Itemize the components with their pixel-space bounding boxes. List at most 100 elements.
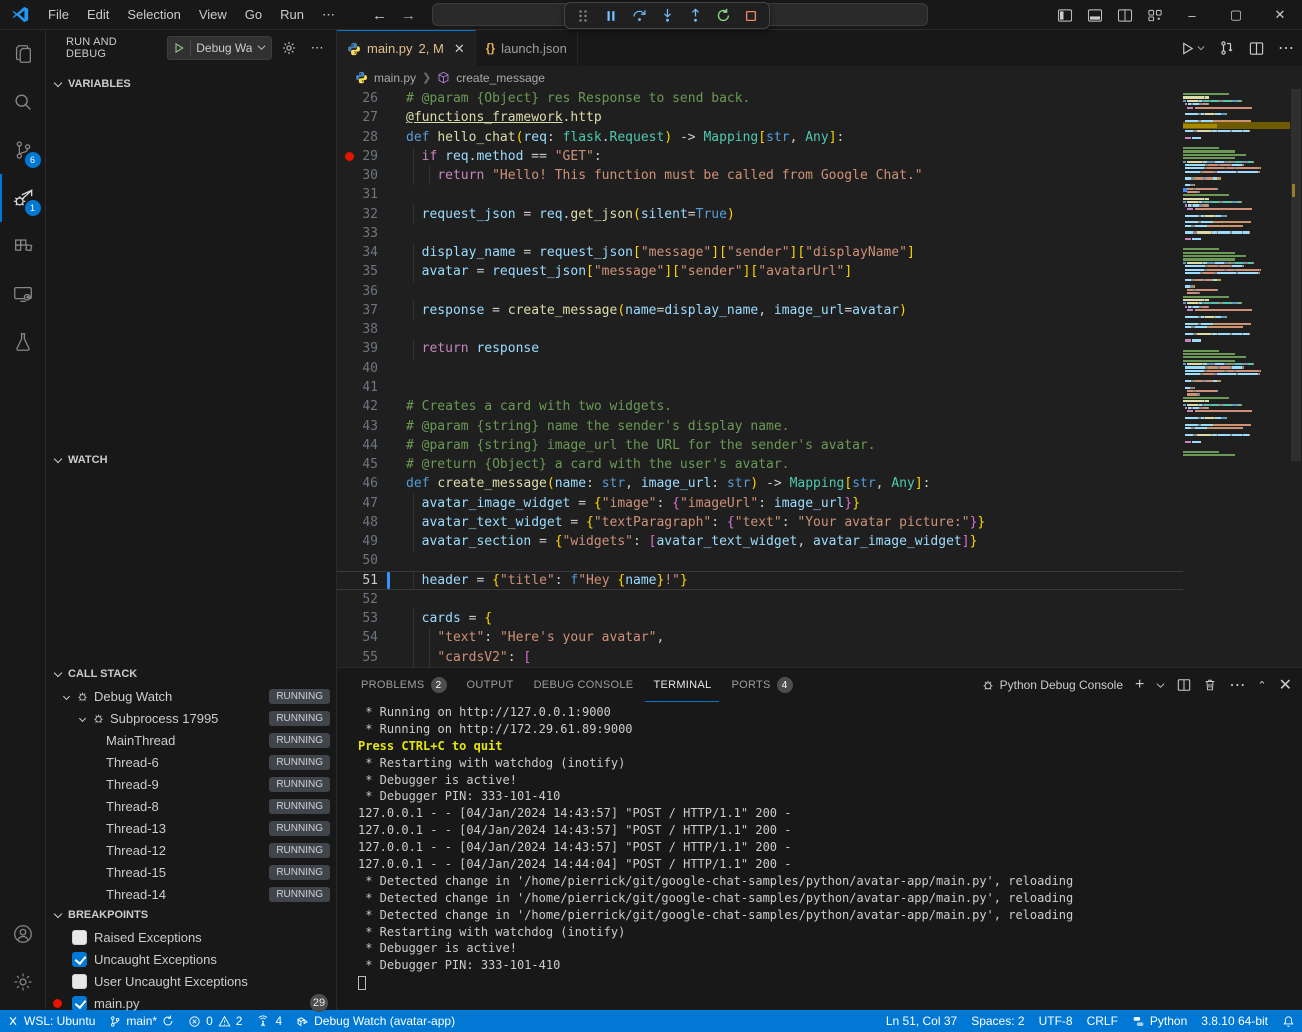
code-line[interactable]: 33 <box>337 224 1183 243</box>
settings-gear-icon[interactable] <box>0 958 46 1006</box>
terminal-dropdown-icon[interactable] <box>1156 681 1165 690</box>
nav-back-icon[interactable]: ← <box>372 7 387 24</box>
sidebar-item-testing[interactable] <box>0 318 46 366</box>
close-button[interactable]: ✕ <box>1258 0 1302 30</box>
code-line[interactable]: 50 <box>337 551 1183 570</box>
code-line[interactable]: 44# @param {string} image_url the URL fo… <box>337 436 1183 455</box>
sidebar-item-explorer[interactable] <box>0 30 46 78</box>
terminal-output[interactable]: * Running on http://127.0.0.1:9000 * Run… <box>337 704 1302 1009</box>
section-watch[interactable]: WATCH <box>46 449 336 471</box>
call-stack-row[interactable]: Subprocess 17995RUNNING <box>46 707 336 729</box>
debug-config-dropdown[interactable]: Debug Wa <box>167 36 272 60</box>
drag-grip-icon[interactable] <box>571 5 595 27</box>
breadcrumb-symbol[interactable]: create_message <box>456 71 545 85</box>
breakpoint-row[interactable]: User Uncaught Exceptions <box>46 970 336 992</box>
maximize-panel-icon[interactable]: ⌃ <box>1257 679 1266 692</box>
code-line[interactable]: 49 avatar_section = {"widgets": [avatar_… <box>337 532 1183 551</box>
python-interpreter[interactable]: 3.8.10 64-bit <box>1194 1010 1275 1032</box>
breadcrumb-file[interactable]: main.py <box>374 71 416 85</box>
toggle-sidebar-icon[interactable] <box>1050 0 1080 30</box>
breakpoint-row[interactable]: Uncaught Exceptions <box>46 948 336 970</box>
sidebar-item-search[interactable] <box>0 78 46 126</box>
maximize-button[interactable]: ▢ <box>1214 0 1258 30</box>
code-line[interactable]: 47 avatar_image_widget = {"image": {"ima… <box>337 494 1183 513</box>
code-line[interactable]: 52 <box>337 590 1183 609</box>
code-line[interactable]: 55 "cardsV2": [ <box>337 648 1183 667</box>
section-breakpoints[interactable]: BREAKPOINTS <box>46 904 336 926</box>
sidebar-item-source-control[interactable]: 6 <box>0 126 46 174</box>
menu-view[interactable]: View <box>190 4 236 26</box>
section-variables[interactable]: VARIABLES <box>46 73 336 95</box>
tab-launch-json[interactable]: {}launch.json <box>476 30 578 66</box>
code-line[interactable]: 43# @param {string} name the sender's di… <box>337 417 1183 436</box>
breakpoint-icon[interactable] <box>345 152 354 161</box>
call-stack-row[interactable]: Thread-6RUNNING <box>46 751 336 773</box>
breakpoint-row[interactable]: Raised Exceptions <box>46 926 336 948</box>
call-stack-row[interactable]: Thread-9RUNNING <box>46 773 336 795</box>
panel-tab-output[interactable]: OUTPUT <box>459 668 522 702</box>
more-actions-icon[interactable]: ⋯ <box>306 37 328 59</box>
notifications-bell[interactable] <box>1275 1010 1302 1032</box>
indentation[interactable]: Spaces: 2 <box>964 1010 1031 1032</box>
toggle-panel-icon[interactable] <box>1080 0 1110 30</box>
new-terminal-icon[interactable]: + <box>1135 676 1144 694</box>
split-terminal-icon[interactable] <box>1177 678 1191 692</box>
code-line[interactable]: 42# Creates a card with two widgets. <box>337 397 1183 416</box>
editor-scrollbar[interactable] <box>1290 89 1302 667</box>
sidebar-item-remote-explorer[interactable] <box>0 270 46 318</box>
code-line[interactable]: 35 avatar = request_json["message"]["sen… <box>337 262 1183 281</box>
eol[interactable]: CRLF <box>1080 1010 1125 1032</box>
panel-tab-debug-console[interactable]: DEBUG CONSOLE <box>526 668 642 702</box>
call-stack-row[interactable]: Thread-12RUNNING <box>46 839 336 861</box>
call-stack-row[interactable]: MainThreadRUNNING <box>46 729 336 751</box>
code-editor[interactable]: 26# @param {Object} res Response to send… <box>337 89 1302 667</box>
nav-forward-icon[interactable]: → <box>401 7 416 24</box>
menu-go[interactable]: Go <box>236 4 271 26</box>
code-line[interactable]: 54 "text": "Here's your avatar", <box>337 628 1183 647</box>
menu-run[interactable]: Run <box>271 4 313 26</box>
breakpoint-checkbox[interactable] <box>72 930 87 945</box>
code-line[interactable]: 53 cards = { <box>337 609 1183 628</box>
debug-settings-gear-icon[interactable] <box>278 37 300 59</box>
step-into-icon[interactable] <box>655 5 679 27</box>
panel-tab-ports[interactable]: PORTS4 <box>723 668 800 702</box>
more-actions-icon[interactable]: ⋯ <box>1278 38 1294 58</box>
code-line[interactable]: 46def create_message(name: str, image_ur… <box>337 474 1183 493</box>
menu-selection[interactable]: Selection <box>118 4 189 26</box>
close-panel-icon[interactable]: ✕ <box>1279 675 1292 695</box>
run-python-file-icon[interactable] <box>1180 41 1205 56</box>
breakpoint-checkbox[interactable] <box>72 974 87 989</box>
code-line[interactable]: 51 header = {"title": f"Hey {name}!"} <box>337 571 1183 590</box>
more-actions-icon[interactable]: ⋯ <box>1229 675 1245 695</box>
code-line[interactable]: 45# @return {Object} a card with the use… <box>337 455 1183 474</box>
code-line[interactable]: 38 <box>337 320 1183 339</box>
call-stack-row[interactable]: Thread-8RUNNING <box>46 795 336 817</box>
code-line[interactable]: 48 avatar_text_widget = {"textParagraph"… <box>337 513 1183 532</box>
breakpoint-row[interactable]: main.py29 <box>46 992 336 1014</box>
code-line[interactable]: 29 if req.method == "GET": <box>337 147 1183 166</box>
customize-layout-icon[interactable] <box>1140 0 1170 30</box>
code-line[interactable]: 26# @param {Object} res Response to send… <box>337 89 1183 108</box>
step-out-icon[interactable] <box>683 5 707 27</box>
minimize-button[interactable]: – <box>1170 0 1214 30</box>
breakpoint-checkbox[interactable] <box>72 996 87 1011</box>
code-line[interactable]: 40 <box>337 359 1183 378</box>
code-line[interactable]: 30 return "Hello! This function must be … <box>337 166 1183 185</box>
menu-edit[interactable]: Edit <box>78 4 118 26</box>
cursor-position[interactable]: Ln 51, Col 37 <box>879 1010 964 1032</box>
kill-terminal-icon[interactable] <box>1203 678 1217 692</box>
tab-main-py[interactable]: main.py2, M✕ <box>337 30 476 66</box>
call-stack-row[interactable]: Thread-15RUNNING <box>46 861 336 883</box>
minimap[interactable] <box>1183 89 1290 667</box>
call-stack-row[interactable]: Thread-13RUNNING <box>46 817 336 839</box>
breakpoint-checkbox[interactable] <box>72 952 87 967</box>
accounts-icon[interactable] <box>0 910 46 958</box>
language-mode[interactable]: Python <box>1125 1010 1194 1032</box>
close-icon[interactable]: ✕ <box>454 41 465 57</box>
call-stack-row[interactable]: Debug WatchRUNNING <box>46 685 336 707</box>
code-line[interactable]: 41 <box>337 378 1183 397</box>
menu-[interactable]: ⋯ <box>313 4 344 26</box>
section-call-stack[interactable]: CALL STACK <box>46 663 336 685</box>
sidebar-item-run-and-debug[interactable]: 1 <box>0 174 46 222</box>
panel-tab-terminal[interactable]: TERMINAL <box>645 668 719 702</box>
